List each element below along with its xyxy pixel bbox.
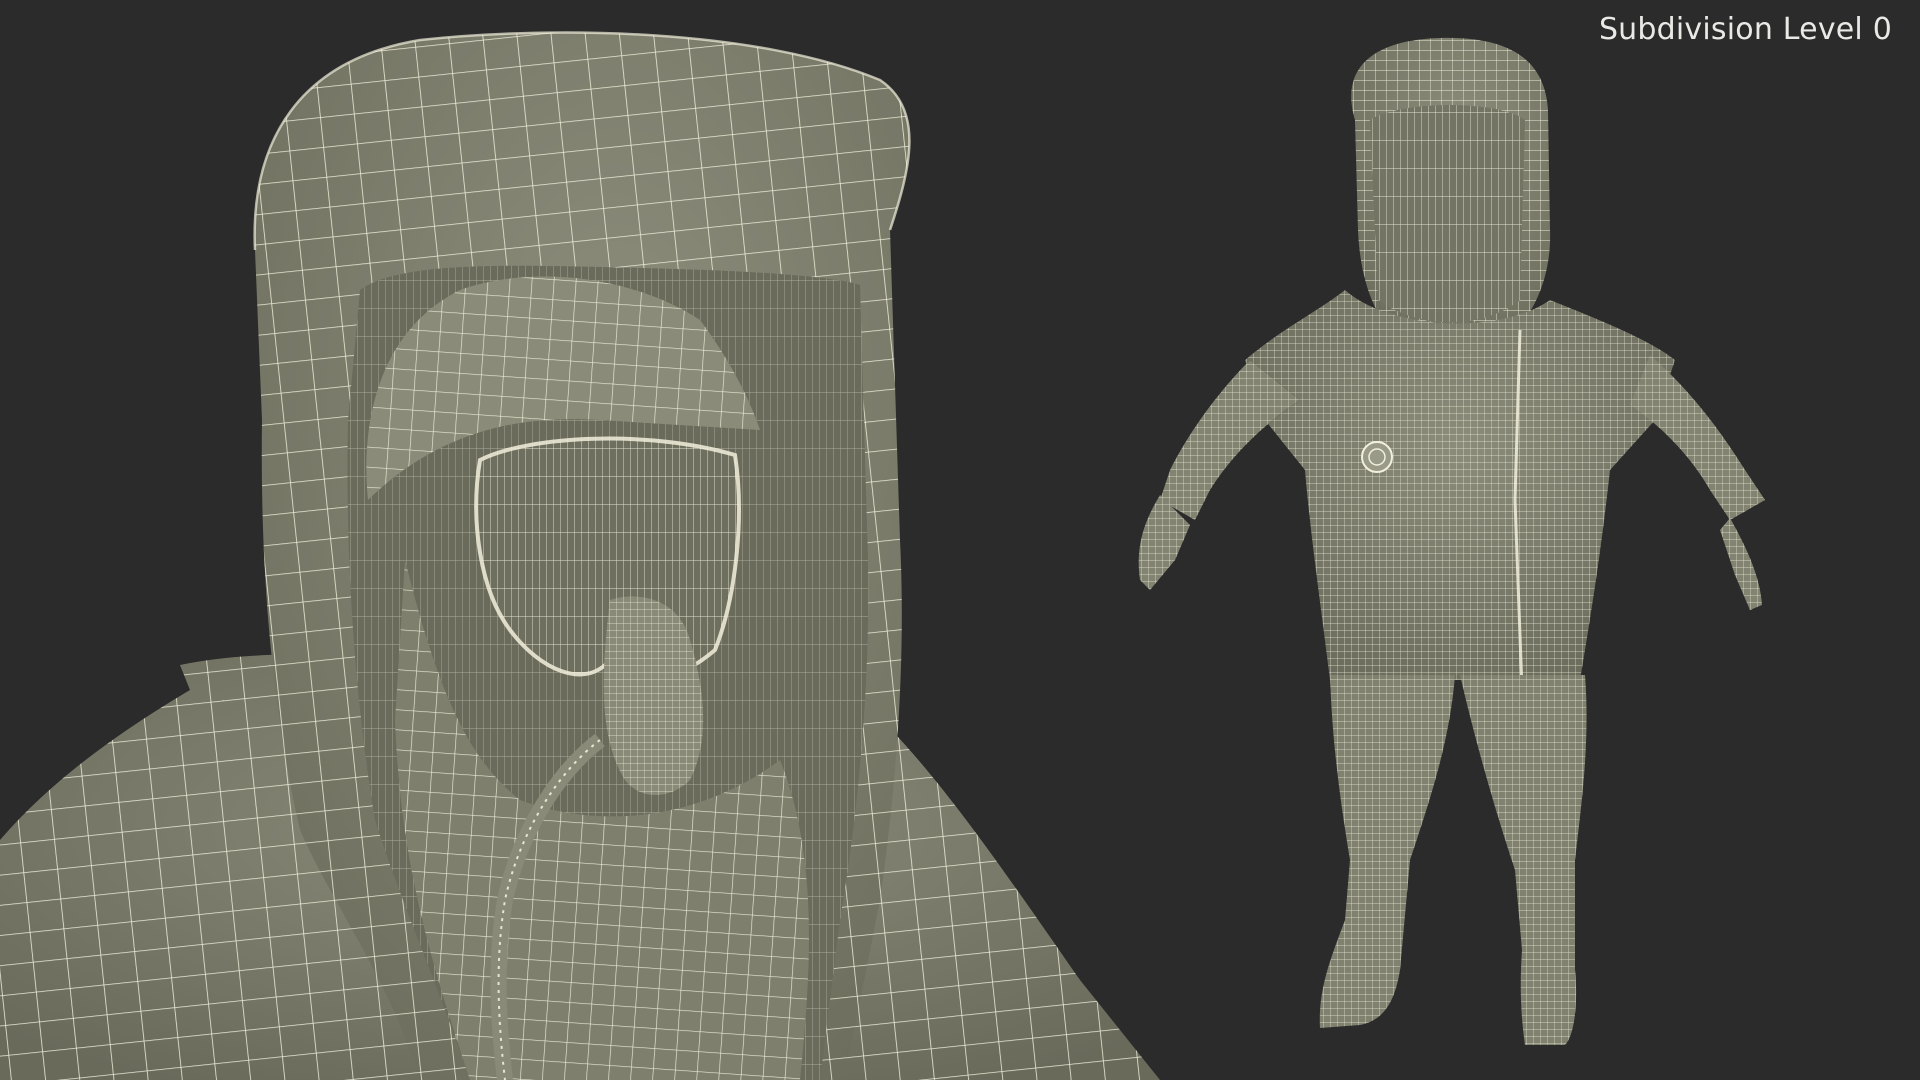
viewport: Subdivision Level 0 [0, 0, 1920, 1080]
subdivision-level-label: Subdivision Level 0 [1598, 12, 1892, 47]
closeup-view [0, 31, 1160, 1080]
fullbody-valve [1361, 441, 1393, 473]
wireframe-render [0, 31, 1765, 1080]
fullbody-view [1138, 37, 1765, 1045]
